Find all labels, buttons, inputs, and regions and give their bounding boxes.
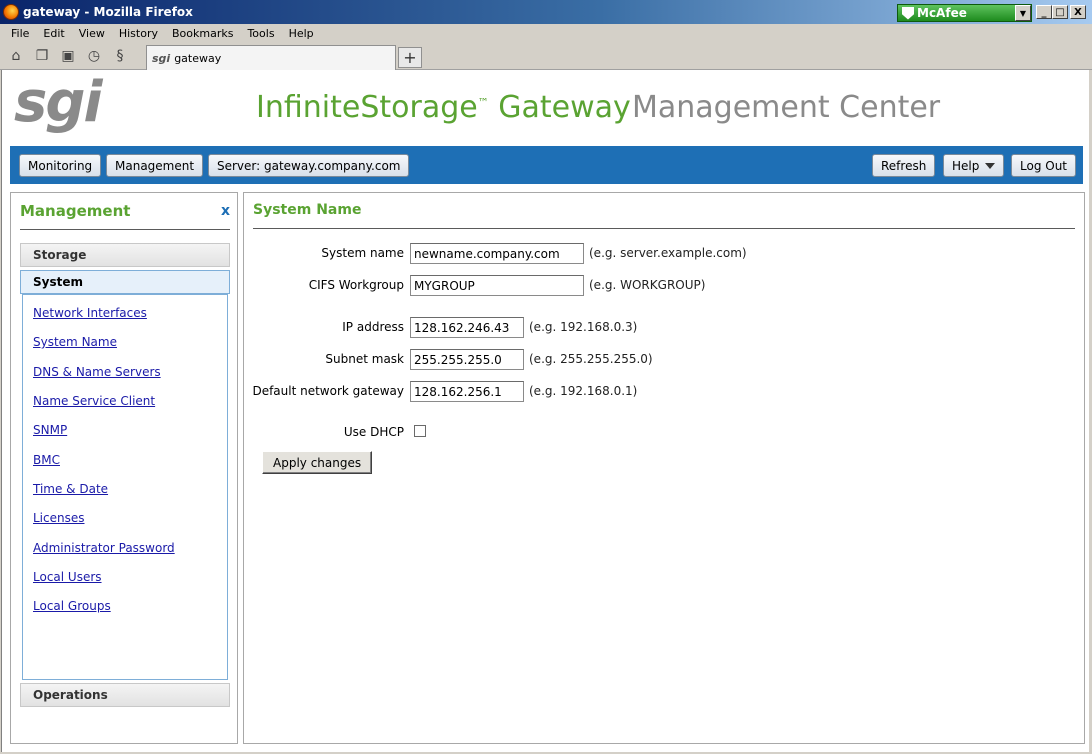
- dhcp-label: Use DHCP: [343, 425, 404, 439]
- copy-icon[interactable]: ❐: [31, 45, 53, 67]
- subnet-mask-hint: (e.g. 255.255.255.0): [529, 352, 653, 366]
- management-button[interactable]: Management: [106, 154, 204, 177]
- section-system[interactable]: System: [20, 270, 230, 294]
- subnet-mask-input[interactable]: [410, 349, 524, 370]
- close-icon[interactable]: x: [221, 203, 230, 219]
- sidebar-link-name-service-client[interactable]: Name Service Client: [33, 394, 155, 408]
- ip-address-label: IP address: [342, 320, 404, 334]
- ip-address-input[interactable]: [410, 317, 524, 338]
- tab-gateway[interactable]: sgi gateway: [146, 45, 396, 70]
- sidebar-title: Management: [20, 202, 131, 220]
- chevron-down-icon: [985, 162, 996, 169]
- mcafee-shield-icon: [902, 6, 914, 20]
- firefox-icon: [3, 4, 19, 20]
- menu-edit[interactable]: Edit: [36, 27, 71, 40]
- system-name-label: System name: [321, 246, 404, 260]
- menu-help[interactable]: Help: [282, 27, 321, 40]
- menu-file[interactable]: File: [4, 27, 36, 40]
- product-title: InfiniteStorage™ Gateway: [256, 90, 631, 125]
- ip-address-hint: (e.g. 192.168.0.3): [529, 320, 638, 334]
- gateway-label: Default network gateway: [252, 384, 404, 398]
- chevron-down-icon[interactable]: ▼: [1015, 5, 1031, 21]
- main-panel: System Name System name (e.g. server.exa…: [243, 192, 1085, 744]
- apply-changes-button[interactable]: Apply changes: [262, 451, 373, 474]
- system-name-hint: (e.g. server.example.com): [589, 246, 747, 260]
- menu-bookmarks[interactable]: Bookmarks: [165, 27, 240, 40]
- help-button[interactable]: Help: [943, 154, 1005, 177]
- refresh-button[interactable]: Refresh: [872, 154, 936, 177]
- mcafee-toolbar-button[interactable]: McAfee ▼: [897, 4, 1032, 22]
- window-title: gateway - Mozilla Firefox: [23, 5, 193, 19]
- menu-tools[interactable]: Tools: [240, 27, 281, 40]
- help-label: Help: [952, 158, 980, 173]
- logout-button[interactable]: Log Out: [1011, 154, 1077, 177]
- sidebar-link-local-groups[interactable]: Local Groups: [33, 599, 111, 613]
- sidebar-link-local-users[interactable]: Local Users: [33, 570, 102, 584]
- page-content: sgi InfiniteStorage™ Gateway Management …: [1, 70, 1089, 752]
- gateway-input[interactable]: [410, 381, 524, 402]
- title-divider: [253, 228, 1075, 229]
- minimize-button[interactable]: _: [1036, 5, 1052, 19]
- maximize-button[interactable]: □: [1052, 5, 1068, 19]
- system-name-input[interactable]: [410, 243, 584, 264]
- sidebar-link-network-interfaces[interactable]: Network Interfaces: [33, 306, 147, 320]
- sgi-logo: sgi: [14, 70, 103, 135]
- menu-view[interactable]: View: [72, 27, 112, 40]
- monitoring-button[interactable]: Monitoring: [19, 154, 102, 177]
- brand-name: InfiniteStorage: [256, 90, 478, 125]
- new-tab-button[interactable]: +: [398, 47, 422, 68]
- sidebar: Management x Storage System Network Inte…: [10, 192, 238, 744]
- home-icon[interactable]: ⌂: [5, 45, 27, 67]
- workgroup-label: CIFS Workgroup: [308, 278, 404, 292]
- sidebar-link-bmc[interactable]: BMC: [33, 453, 60, 467]
- clipboard-icon[interactable]: ▣: [57, 45, 79, 67]
- mcafee-label: McAfee: [917, 6, 967, 20]
- server-button[interactable]: Server: gateway.company.com: [208, 154, 410, 177]
- sgi-favicon: sgi: [152, 51, 171, 65]
- section-operations[interactable]: Operations: [20, 683, 230, 707]
- navigation-bar: Monitoring Management Server: gateway.co…: [10, 146, 1083, 184]
- trademark-mark: ™: [477, 96, 489, 109]
- tab-label: gateway: [174, 51, 222, 65]
- workgroup-hint: (e.g. WORKGROUP): [589, 278, 706, 292]
- brand-suffix: Gateway: [488, 90, 631, 125]
- close-button[interactable]: X: [1070, 5, 1086, 19]
- gateway-hint: (e.g. 192.168.0.1): [529, 384, 638, 398]
- sidebar-link-system-name[interactable]: System Name: [33, 335, 117, 349]
- sgi-bookmark-icon[interactable]: §: [109, 45, 131, 67]
- sidebar-link-dns-name-servers[interactable]: DNS & Name Servers: [33, 365, 161, 379]
- sidebar-link-administrator-password[interactable]: Administrator Password: [33, 541, 175, 555]
- section-storage[interactable]: Storage: [20, 243, 230, 267]
- sidebar-divider: [20, 229, 230, 230]
- dhcp-checkbox[interactable]: [414, 425, 426, 437]
- workgroup-input[interactable]: [410, 275, 584, 296]
- sidebar-link-licenses[interactable]: Licenses: [33, 511, 85, 525]
- sidebar-link-time-date[interactable]: Time & Date: [33, 482, 108, 496]
- sidebar-link-snmp[interactable]: SNMP: [33, 423, 67, 437]
- product-subtitle: Management Center: [632, 90, 941, 125]
- menu-bar: File Edit View History Bookmarks Tools H…: [0, 24, 1092, 43]
- page-title: System Name: [253, 202, 362, 218]
- history-clock-icon[interactable]: ◷: [83, 45, 105, 67]
- subnet-mask-label: Subnet mask: [325, 352, 404, 366]
- menu-history[interactable]: History: [112, 27, 165, 40]
